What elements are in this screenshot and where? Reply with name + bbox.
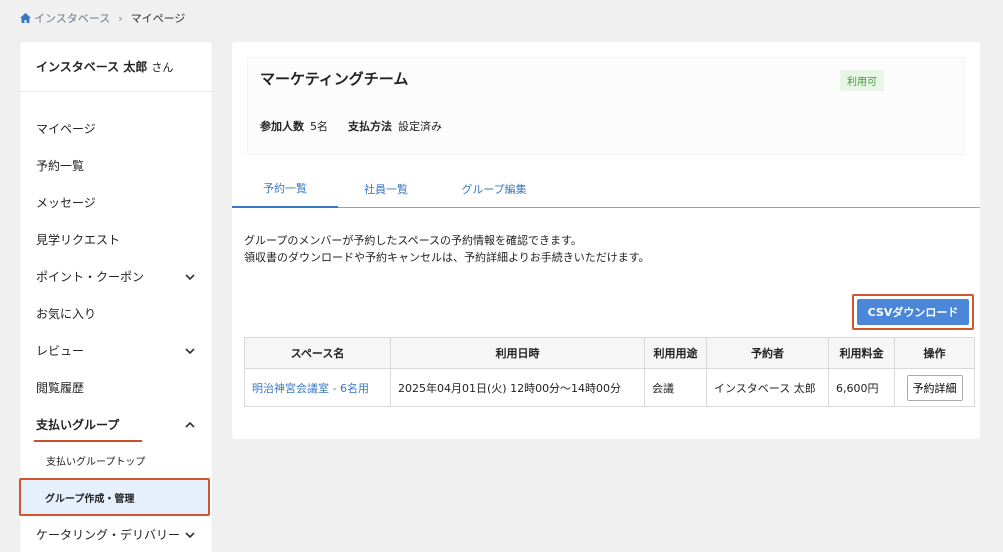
space-link[interactable]: 明治神宮会議室 - 6名用 <box>252 382 369 395</box>
cell-booker: インスタベース 太郎 <box>706 368 829 407</box>
tab-reservations[interactable]: 予約一覧 <box>232 170 338 208</box>
sidebar-item-label: 支払いグループ <box>34 416 142 442</box>
sidebar-item-messages[interactable]: メッセージ <box>20 184 212 221</box>
description: グループのメンバーが予約したスペースの予約情報を確認できます。 領収書のダウンロ… <box>244 232 650 266</box>
sidebar-item-catering[interactable]: ケータリング・デリバリー <box>20 516 212 552</box>
tab-employees[interactable]: 社員一覧 <box>338 170 434 208</box>
chevron-down-icon[interactable] <box>184 271 196 283</box>
sidebar-item-label: 閲覧履歴 <box>36 381 85 395</box>
sidebar-item-label: 見学リクエスト <box>36 233 121 247</box>
sidebar-item-label: メッセージ <box>36 196 96 210</box>
breadcrumb-current: マイページ <box>130 12 186 25</box>
breadcrumb-home-label[interactable]: インスタベース <box>34 10 110 26</box>
csv-button-highlight: CSVダウンロード <box>852 294 974 330</box>
tab-group-edit[interactable]: グループ編集 <box>434 170 554 208</box>
sidebar-item-label: ケータリング・デリバリー <box>36 528 181 542</box>
description-line-1: グループのメンバーが予約したスペースの予約情報を確認できます。 <box>244 234 582 247</box>
sidebar-subitem-group-top[interactable]: 支払いグループトップ <box>20 443 212 478</box>
col-fee: 利用料金 <box>828 337 895 369</box>
sidebar-item-reviews[interactable]: レビュー <box>20 332 212 369</box>
table-header-row: スペース名 利用日時 利用用途 予約者 利用料金 操作 <box>244 337 975 369</box>
chevron-right-icon: › <box>118 11 123 25</box>
chevron-up-icon[interactable] <box>184 419 196 431</box>
group-info-card: マーケティングチーム 利用可 参加人数 5名 支払方法 設定済み <box>248 58 964 154</box>
csv-download-button[interactable]: CSVダウンロード <box>857 299 969 325</box>
reservations-table: スペース名 利用日時 利用用途 予約者 利用料金 操作 明治神宮会議室 - 6名… <box>244 337 975 407</box>
members-value: 5名 <box>310 120 328 133</box>
chevron-down-icon[interactable] <box>184 529 196 541</box>
sidebar-subitem-group-manage[interactable]: グループ作成・管理 <box>19 478 210 516</box>
col-booker: 予約者 <box>706 337 829 369</box>
sidebar-item-visit-requests[interactable]: 見学リクエスト <box>20 221 212 258</box>
description-line-2: 領収書のダウンロードや予約キャンセルは、予約詳細よりお手続きいただけます。 <box>244 251 650 264</box>
breadcrumb: インスタベース › マイページ <box>20 10 185 26</box>
cell-purpose: 会議 <box>644 368 707 407</box>
tab-bar: 予約一覧 社員一覧 グループ編集 <box>232 170 980 208</box>
payment-label: 支払方法 <box>348 120 392 133</box>
sidebar-menu: マイページ 予約一覧 メッセージ 見学リクエスト ポイント・クーポン お気に入り… <box>19 92 212 552</box>
sidebar-item-history[interactable]: 閲覧履歴 <box>20 369 212 406</box>
sidebar-item-points-coupons[interactable]: ポイント・クーポン <box>20 258 212 295</box>
active-underline <box>34 440 142 442</box>
sidebar-item-label: マイページ <box>36 122 96 136</box>
sidebar: インスタベース 太郎 さん マイページ 予約一覧 メッセージ 見学リクエスト ポ… <box>19 42 212 552</box>
home-icon <box>20 13 31 23</box>
sidebar-user: インスタベース 太郎 さん <box>20 42 212 92</box>
col-space-name: スペース名 <box>244 337 391 369</box>
col-purpose: 利用用途 <box>644 337 707 369</box>
reservation-detail-button[interactable]: 予約詳細 <box>906 374 963 401</box>
user-name: インスタベース 太郎 <box>36 60 148 74</box>
breadcrumb-home[interactable]: インスタベース <box>20 10 110 26</box>
main-panel: マーケティングチーム 利用可 参加人数 5名 支払方法 設定済み 予約一覧 社員… <box>232 42 980 439</box>
sidebar-item-label: レビュー <box>36 344 85 358</box>
group-meta: 参加人数 5名 支払方法 設定済み <box>260 118 462 134</box>
group-title: マーケティングチーム <box>260 70 409 88</box>
sidebar-item-label: ポイント・クーポン <box>36 270 145 284</box>
sidebar-item-mypage[interactable]: マイページ <box>20 110 212 147</box>
chevron-down-icon[interactable] <box>184 345 196 357</box>
status-badge: 利用可 <box>840 70 884 91</box>
sidebar-item-label: お気に入り <box>36 307 97 321</box>
cell-space: 明治神宮会議室 - 6名用 <box>244 368 391 407</box>
payment-value: 設定済み <box>398 120 442 133</box>
col-action: 操作 <box>894 337 975 369</box>
members-label: 参加人数 <box>260 120 304 133</box>
payment-groups-text: 支払いグループ <box>36 418 120 432</box>
sidebar-item-payment-groups[interactable]: 支払いグループ <box>20 406 212 443</box>
cell-fee: 6,600円 <box>828 368 895 407</box>
cell-datetime: 2025年04月01日(火) 12時00分〜14時00分 <box>390 368 645 407</box>
sidebar-item-label: 予約一覧 <box>36 159 85 173</box>
col-datetime: 利用日時 <box>390 337 645 369</box>
cell-action: 予約詳細 <box>894 368 975 407</box>
sidebar-item-reservations[interactable]: 予約一覧 <box>20 147 212 184</box>
user-suffix: さん <box>151 60 174 74</box>
table-row: 明治神宮会議室 - 6名用 2025年04月01日(火) 12時00分〜14時0… <box>244 368 975 407</box>
sidebar-item-favorites[interactable]: お気に入り <box>20 295 212 332</box>
